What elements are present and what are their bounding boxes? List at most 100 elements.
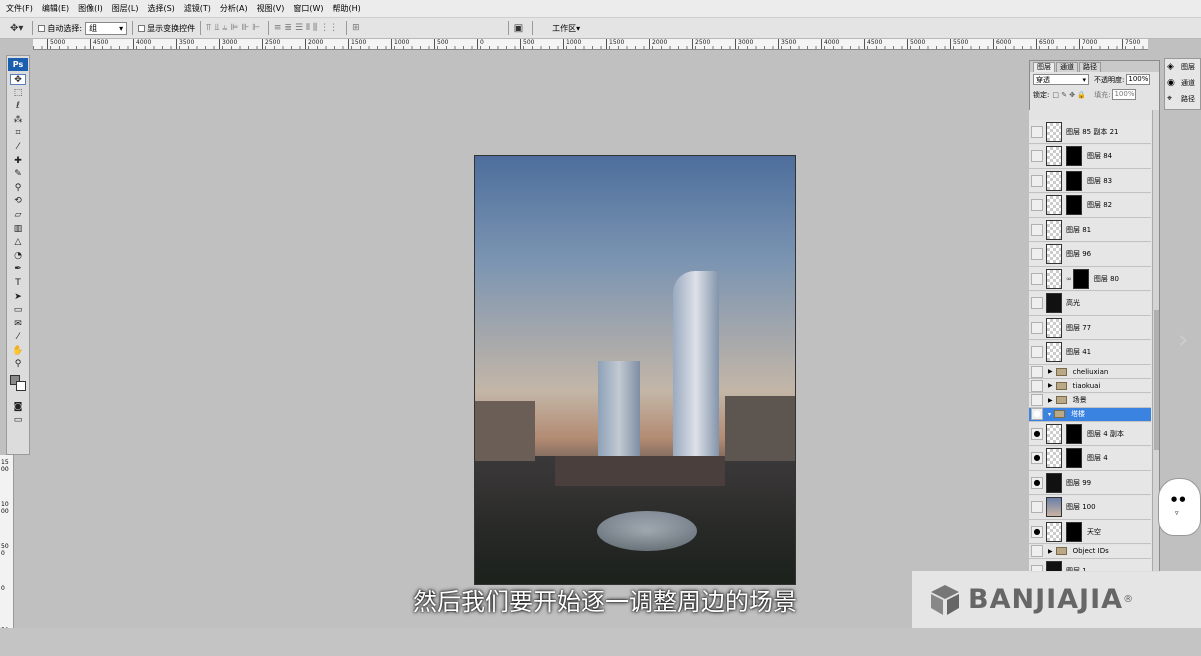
layer-row[interactable]: 图层 77 xyxy=(1029,316,1151,340)
eye-icon[interactable] xyxy=(1031,321,1043,334)
eye-icon[interactable] xyxy=(1031,199,1043,211)
layer-row[interactable]: 图层 41 xyxy=(1029,340,1151,365)
auto-select-checkbox[interactable] xyxy=(38,24,46,32)
eye-icon[interactable] xyxy=(1031,297,1043,309)
distribute-center-icon[interactable]: ⫼ xyxy=(313,23,317,33)
blur-tool-icon[interactable]: △ xyxy=(10,237,26,248)
layer-row[interactable]: ∞ 图层 80 xyxy=(1029,267,1151,291)
eyedropper-tool-icon[interactable]: ⁄ xyxy=(10,142,26,153)
eye-icon[interactable]: ● xyxy=(1031,408,1043,421)
expand-triangle-icon[interactable]: ▶ xyxy=(1048,382,1053,389)
layer-row[interactable]: ▶ tiaokuai xyxy=(1029,379,1151,394)
layer-mask-thumbnail[interactable] xyxy=(1066,448,1082,469)
next-arrow-icon[interactable]: › xyxy=(1178,325,1188,355)
dock-item-paths[interactable]: ⌖ 路径 xyxy=(1165,91,1200,107)
eye-icon[interactable]: ● xyxy=(1031,525,1043,538)
menu-item[interactable]: 图层(L) xyxy=(112,3,139,14)
pen-tool-icon[interactable]: ✒ xyxy=(10,264,26,275)
scrollbar-thumb[interactable] xyxy=(1154,310,1159,450)
expand-triangle-icon[interactable]: ▶ xyxy=(1048,548,1053,555)
align-top-icon[interactable]: ⫪ xyxy=(206,23,211,33)
screen-mode-icon[interactable]: ▭ xyxy=(10,415,26,426)
shape-tool-icon[interactable]: ▭ xyxy=(10,305,26,316)
distribute-bottom-icon[interactable]: ☰ xyxy=(295,23,303,33)
layer-row[interactable]: ▶ 场景 xyxy=(1029,393,1151,408)
align-middle-icon[interactable]: ⫫ xyxy=(214,23,219,33)
layer-mask-thumbnail[interactable] xyxy=(1066,195,1082,215)
eye-icon[interactable] xyxy=(1031,501,1043,514)
layer-mask-thumbnail[interactable] xyxy=(1066,170,1082,191)
gradient-tool-icon[interactable]: ▥ xyxy=(10,224,26,235)
opacity-input[interactable]: 100% xyxy=(1126,74,1151,85)
layer-mask-thumbnail[interactable] xyxy=(1066,423,1082,444)
magic-wand-tool-icon[interactable]: ⁂ xyxy=(10,115,26,126)
eraser-tool-icon[interactable]: ▱ xyxy=(10,210,26,221)
eye-icon[interactable] xyxy=(1031,365,1043,378)
marquee-tool-icon[interactable]: ⬚ xyxy=(10,88,26,99)
menu-item[interactable]: 图像(I) xyxy=(78,3,103,14)
menu-item[interactable]: 视图(V) xyxy=(257,3,285,14)
distribute-left-icon[interactable]: ⦀ xyxy=(306,23,310,33)
layer-row[interactable]: 图层 100 xyxy=(1029,495,1151,520)
layer-row[interactable]: 高光 xyxy=(1029,291,1151,316)
lock-icons[interactable]: □ ✎ ✥ 🔒 xyxy=(1052,91,1086,99)
layer-row[interactable]: 图层 96 xyxy=(1029,242,1151,267)
layer-row[interactable]: ● 图层 4 xyxy=(1029,446,1151,471)
layer-row[interactable]: ● ▾ 塔楼 xyxy=(1029,407,1151,422)
layer-row[interactable]: 图层 84 xyxy=(1029,144,1151,169)
crop-tool-icon[interactable]: ⌗ xyxy=(10,128,26,139)
move-tool-icon[interactable]: ✥▾ xyxy=(10,23,23,34)
move-tool-icon[interactable]: ✥ xyxy=(10,74,26,85)
layer-mask-thumbnail[interactable] xyxy=(1066,521,1082,542)
document-canvas[interactable] xyxy=(474,155,796,585)
layer-mask-thumbnail[interactable] xyxy=(1072,268,1089,289)
eye-icon[interactable] xyxy=(1031,150,1043,162)
fill-input[interactable]: 100% xyxy=(1112,89,1137,100)
layer-row[interactable]: ▶ cheliuxian xyxy=(1029,365,1151,379)
layer-row[interactable]: 图层 1 xyxy=(1029,559,1151,571)
eye-icon[interactable] xyxy=(1031,379,1043,392)
history-brush-tool-icon[interactable]: ⟲ xyxy=(10,196,26,207)
layer-mask-thumbnail[interactable] xyxy=(1066,146,1082,166)
auto-align-icon[interactable]: ⊞ xyxy=(352,23,360,33)
zoom-tool-icon[interactable]: ⚲ xyxy=(10,359,26,370)
eye-icon[interactable] xyxy=(1031,272,1043,285)
expand-triangle-icon[interactable]: ▶ xyxy=(1048,368,1053,375)
eye-icon[interactable] xyxy=(1031,248,1043,260)
eye-icon[interactable]: ● xyxy=(1031,452,1043,465)
menu-item[interactable]: 分析(A) xyxy=(220,3,248,14)
menu-item[interactable]: 滤镜(T) xyxy=(184,3,211,14)
hand-tool-icon[interactable]: ✋ xyxy=(10,346,26,357)
tab-paths[interactable]: 路径 xyxy=(1079,62,1101,72)
auto-select-dropdown[interactable]: 组 ▾ xyxy=(85,21,128,35)
lasso-tool-icon[interactable]: ℓ xyxy=(10,101,26,112)
distribute-top-icon[interactable]: ≡ xyxy=(274,23,282,33)
workspace-menu[interactable]: 工作区 ▾ xyxy=(552,23,580,34)
chain-link-icon[interactable]: ∞ xyxy=(1066,275,1072,283)
healing-brush-tool-icon[interactable]: ✚ xyxy=(10,156,26,167)
layer-row[interactable]: 图层 82 xyxy=(1029,193,1151,218)
layer-row[interactable]: ● 图层 4 副本 xyxy=(1029,422,1151,447)
eye-icon[interactable] xyxy=(1031,223,1043,236)
bridge-icon[interactable]: ▣ xyxy=(514,23,523,34)
blend-mode-dropdown[interactable]: 穿透 ▾ xyxy=(1033,74,1089,85)
distribute-middle-icon[interactable]: ≣ xyxy=(284,23,292,33)
distribute-right-icon[interactable]: ⋮⋮ xyxy=(320,23,338,33)
brush-tool-icon[interactable]: ✎ xyxy=(10,169,26,180)
eye-icon[interactable] xyxy=(1031,174,1043,187)
eye-icon[interactable] xyxy=(1031,346,1043,358)
menu-item[interactable]: 选择(S) xyxy=(147,3,174,14)
show-transform-checkbox[interactable] xyxy=(138,24,146,32)
tab-layers[interactable]: 图层 xyxy=(1033,62,1055,72)
eye-icon[interactable]: ● xyxy=(1031,476,1043,489)
align-bottom-icon[interactable]: ⫨ xyxy=(222,23,227,33)
eye-icon[interactable] xyxy=(1031,394,1043,407)
background-color-swatch[interactable] xyxy=(16,381,26,392)
align-right-icon[interactable]: ⊩ xyxy=(252,23,260,33)
eye-icon[interactable] xyxy=(1031,545,1043,558)
tab-channels[interactable]: 通道 xyxy=(1056,62,1078,72)
quick-mask-icon[interactable]: ◙ xyxy=(10,402,26,413)
eyedropper-sampler-icon[interactable]: ⁄ xyxy=(10,332,26,343)
path-selection-tool-icon[interactable]: ➤ xyxy=(10,292,26,303)
menu-item[interactable]: 编辑(E) xyxy=(42,3,69,14)
